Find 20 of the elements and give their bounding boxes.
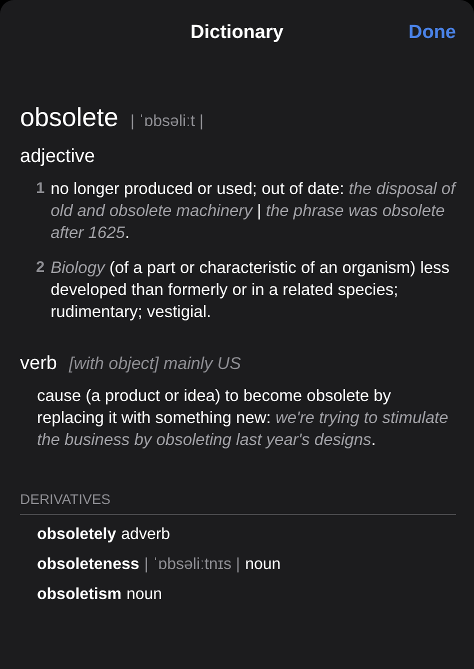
derivative-part-of-speech: noun	[245, 555, 281, 575]
definition-text: no longer produced or used; out of date: the disposal of old and obsolete machinery | the phrase was obsolete after 1625.	[50, 179, 456, 244]
sense-number: 1	[36, 179, 45, 199]
done-button[interactable]: Done	[408, 22, 456, 44]
definition-text: cause (a product or idea) to become obsolete by replacing it with something new: we're trying to stimulate the business by obsoleting last year's designs.	[37, 386, 450, 451]
sense-number: 2	[36, 258, 45, 278]
derivative-word: obsoleteness	[37, 555, 140, 575]
derivative-word: obsoletely	[37, 525, 116, 545]
part-of-speech: verb	[20, 353, 57, 375]
section-heading: DERIVATIVES	[20, 491, 456, 515]
headword: obsolete	[20, 102, 118, 133]
pronunciation: | ˈɒbsəliːt |	[130, 113, 204, 131]
part-of-speech: adjective	[20, 146, 95, 168]
derivative-pronunciation: | ˈɒbsəliːtnɪs |	[144, 555, 240, 575]
definition-text: Biology (of a part or characteristic of an organism) less developed than formerly or in a related species; rudimentary; vestigial.	[50, 258, 451, 323]
derivative-part-of-speech: noun	[126, 585, 162, 605]
usage-note: [with object] mainly US	[68, 354, 241, 374]
derivative-word: obsoletism	[37, 585, 122, 605]
sheet-title: Dictionary	[190, 22, 284, 44]
derivative-part-of-speech: adverb	[121, 525, 170, 545]
